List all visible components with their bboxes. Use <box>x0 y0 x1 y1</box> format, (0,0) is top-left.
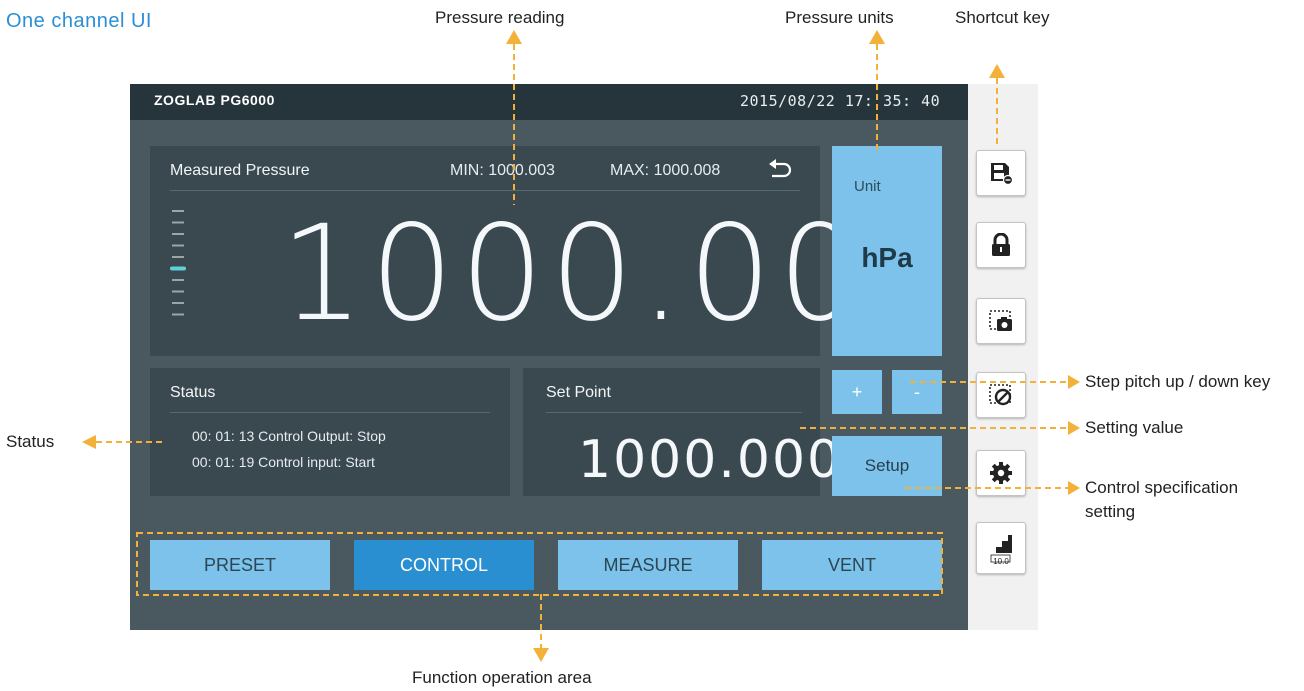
callout-connectors <box>82 30 1080 662</box>
